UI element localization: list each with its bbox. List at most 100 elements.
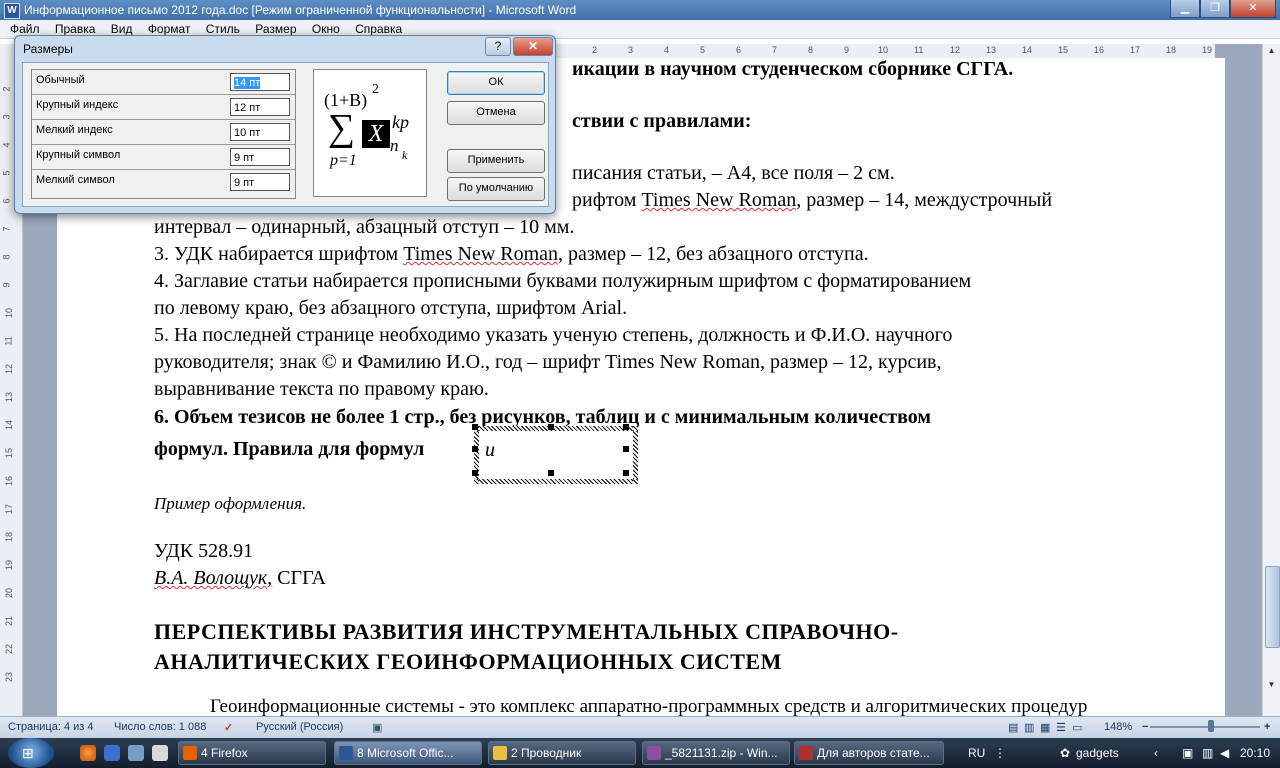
size-label: Обычный: [36, 74, 85, 86]
resize-handle[interactable]: [548, 470, 554, 476]
doc-text: , размер – 12, без абзацного отступа.: [558, 243, 869, 265]
resize-handle[interactable]: [548, 424, 554, 430]
ruler-mark: 11: [914, 45, 924, 55]
close-button[interactable]: ✕: [1230, 0, 1276, 18]
size-row-large-index: Крупный индекс 12 пт: [32, 95, 295, 120]
view-draft-icon[interactable]: ▭: [1072, 721, 1082, 734]
size-label: Мелкий символ: [36, 174, 115, 186]
taskbar-task-word[interactable]: 8 Microsoft Offic...: [334, 741, 482, 765]
volume-icon[interactable]: ◀: [1220, 746, 1229, 760]
size-input-normal[interactable]: 14 пт: [230, 73, 290, 91]
gadgets-toolbar[interactable]: ✿ gadgets: [1060, 746, 1119, 760]
doc-text: рифтом: [572, 189, 642, 211]
task-label: 4 Firefox: [201, 746, 248, 760]
window-controls: ▁ ❐ ✕: [1170, 0, 1276, 18]
zoom-out-button[interactable]: −: [1142, 721, 1148, 733]
scroll-down-icon[interactable]: ▼: [1265, 680, 1278, 692]
page-count[interactable]: Страница: 4 из 4: [8, 721, 94, 733]
sizes-list: Обычный 14 пт Крупный индекс 12 пт Мелки…: [31, 69, 296, 199]
resize-handle[interactable]: [623, 446, 629, 452]
size-input-small-symbol[interactable]: 9 пт: [230, 173, 290, 191]
doc-line: 3. УДК набирается шрифтом Times New Roma…: [154, 243, 869, 266]
equation-object[interactable]: u: [474, 426, 638, 484]
vruler-mark: 19: [4, 559, 15, 571]
maximize-button[interactable]: ❐: [1200, 0, 1230, 18]
firefox-icon: [183, 746, 197, 760]
taskbar-task-explorer[interactable]: 2 Проводник: [488, 741, 636, 765]
ruler-mark: 4: [664, 45, 670, 55]
minimize-button[interactable]: ▁: [1170, 0, 1200, 18]
resize-handle[interactable]: [472, 446, 478, 452]
word-app-icon[interactable]: W: [4, 3, 20, 19]
save-quicklaunch-icon[interactable]: [104, 745, 120, 761]
doc-line: выравнивание текста по правому краю.: [154, 378, 489, 400]
size-input-small-index[interactable]: 10 пт: [230, 123, 290, 141]
spellcheck-icon[interactable]: ✓: [224, 721, 233, 734]
ruler-mark: 8: [808, 45, 814, 55]
tray-expand-icon[interactable]: ‹: [1154, 746, 1158, 760]
zoom-level[interactable]: 148%: [1104, 721, 1132, 733]
ruler-mark: 16: [1094, 45, 1105, 55]
ruler-mark: 15: [1058, 45, 1069, 55]
taskbar-task-firefox[interactable]: 4 Firefox: [178, 741, 326, 765]
view-outline-icon[interactable]: ☰: [1056, 721, 1066, 734]
equation-object-inner: [479, 431, 633, 479]
view-web-icon[interactable]: ▦: [1040, 721, 1050, 734]
doc-line: писания статьи, – А4, все поля – 2 см.: [572, 162, 895, 184]
resize-handle[interactable]: [472, 470, 478, 476]
view-full-screen-icon[interactable]: ▥: [1024, 721, 1034, 734]
vruler-mark: 18: [4, 531, 15, 543]
zoom-slider[interactable]: [1150, 726, 1260, 728]
vruler-mark: 23: [4, 671, 15, 683]
default-button[interactable]: По умолчанию: [447, 177, 545, 201]
preview-lower: p=1: [330, 152, 357, 169]
view-print-layout-icon[interactable]: ▤: [1008, 721, 1018, 734]
doc-line: 5. На последней странице необходимо указ…: [154, 324, 953, 346]
vertical-scrollbar[interactable]: ▲ ▼: [1262, 44, 1280, 716]
apply-button[interactable]: Применить: [447, 149, 545, 173]
explorer-quicklaunch-icon[interactable]: [152, 745, 168, 761]
scroll-thumb[interactable]: [1265, 566, 1280, 648]
vruler-mark: 5: [1, 170, 12, 176]
size-row-small-symbol: Мелкий символ 9 пт: [32, 170, 295, 195]
size-label: Мелкий индекс: [36, 124, 113, 136]
firefox-quicklaunch-icon[interactable]: [80, 745, 96, 761]
tray-app-icon[interactable]: ▣: [1182, 746, 1193, 760]
size-value: 9 пт: [234, 152, 255, 164]
input-language[interactable]: RU: [968, 746, 985, 760]
size-value: 14 пт: [234, 77, 261, 89]
language-bar-icon[interactable]: ⋮: [994, 746, 1006, 760]
resize-handle[interactable]: [472, 424, 478, 430]
ok-button[interactable]: ОК: [447, 71, 545, 95]
cancel-button[interactable]: Отмена: [447, 101, 545, 125]
show-desktop-icon[interactable]: [128, 745, 144, 761]
dialog-close-button[interactable]: ✕: [513, 37, 553, 56]
macro-icon[interactable]: ▣: [372, 721, 382, 734]
zoom-in-button[interactable]: +: [1264, 721, 1270, 733]
doc-line: рифтом Times New Roman, размер – 14, меж…: [572, 189, 1052, 212]
formula-preview: (1+B) 2 ∑ X kp n k p=1: [313, 69, 427, 197]
zoom-slider-thumb[interactable]: [1208, 720, 1214, 732]
vruler-mark: 4: [1, 142, 12, 148]
taskbar-task-pdf[interactable]: Для авторов стате...: [794, 741, 944, 765]
resize-handle[interactable]: [623, 424, 629, 430]
body-text: Геоинформационные системы - это комплекс…: [210, 696, 1088, 716]
vruler-mark: 6: [1, 198, 12, 204]
dialog-help-button[interactable]: ?: [485, 37, 511, 56]
network-icon[interactable]: ▥: [1202, 746, 1213, 760]
start-button[interactable]: ⊞: [8, 738, 54, 768]
clock[interactable]: 20:10: [1240, 746, 1270, 760]
taskbar-task-winrar[interactable]: _5821131.zip - Win...: [642, 741, 790, 765]
size-input-large-index[interactable]: 12 пт: [230, 98, 290, 116]
word-count[interactable]: Число слов: 1 088: [114, 721, 206, 733]
author-name: В.А. Волощук,: [154, 567, 273, 589]
size-input-large-symbol[interactable]: 9 пт: [230, 148, 290, 166]
resize-handle[interactable]: [623, 470, 629, 476]
size-label: Крупный индекс: [36, 99, 119, 111]
scroll-up-icon[interactable]: ▲: [1265, 46, 1278, 58]
ruler-mark: 10: [878, 45, 889, 55]
language[interactable]: Русский (Россия): [256, 721, 343, 733]
taskbar: ⊞ 4 Firefox 8 Microsoft Offic... 2 Прово…: [0, 738, 1280, 768]
dialog-body: Обычный 14 пт Крупный индекс 12 пт Мелки…: [22, 62, 549, 207]
doc-line: по левому краю, без абзацного отступа, ш…: [154, 297, 628, 319]
